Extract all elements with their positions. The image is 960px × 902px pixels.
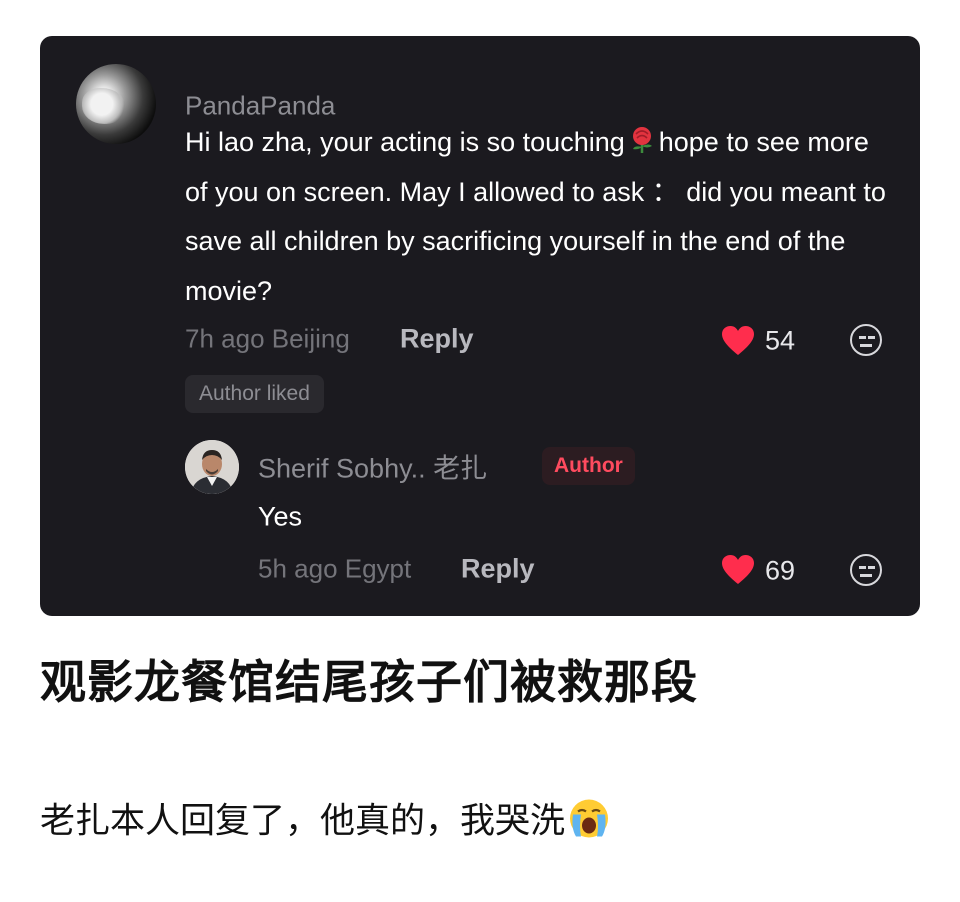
reply-text: Yes [258, 501, 303, 532]
author-badge: Author [542, 447, 635, 485]
commenter-avatar[interactable] [76, 64, 156, 144]
author-portrait-icon [185, 440, 239, 494]
emoji-reaction-icon[interactable] [850, 324, 882, 356]
reply-like-count: 69 [765, 555, 796, 586]
reply-reply-button[interactable]: Reply [461, 554, 535, 585]
author-avatar[interactable] [185, 440, 239, 494]
author-username[interactable]: Sherif Sobhy.. 老扎 [258, 447, 487, 486]
heart-icon[interactable] [721, 554, 755, 586]
comment-reply-button[interactable]: Reply [400, 324, 474, 355]
comment-like-count: 54 [765, 325, 796, 356]
author-liked-badge: Author liked [185, 375, 324, 413]
caption-subline: 老扎本人回复了，他真的，我哭洗 [40, 793, 611, 844]
comment-timestamp-location: 7h ago Beijing [185, 323, 350, 354]
caption-headline: 观影龙餐馆结尾孩子们被救那段 [40, 655, 698, 709]
reply-timestamp-location: 5h ago Egypt [258, 553, 412, 584]
comment-text-start: Hi lao zha, your acting is so touching [185, 127, 625, 157]
rose-icon [632, 127, 652, 153]
loudly-crying-face-icon [570, 799, 609, 838]
caption-subline-text: 老扎本人回复了，他真的，我哭洗 [40, 801, 566, 842]
heart-icon[interactable] [721, 325, 755, 357]
comment-text: Hi lao zha, your acting is so touching ho… [185, 118, 895, 316]
comment-card: PandaPanda Hi lao zha, your acting is so… [40, 36, 920, 616]
commenter-username[interactable]: PandaPanda [185, 91, 335, 122]
emoji-reaction-icon[interactable] [850, 554, 882, 586]
